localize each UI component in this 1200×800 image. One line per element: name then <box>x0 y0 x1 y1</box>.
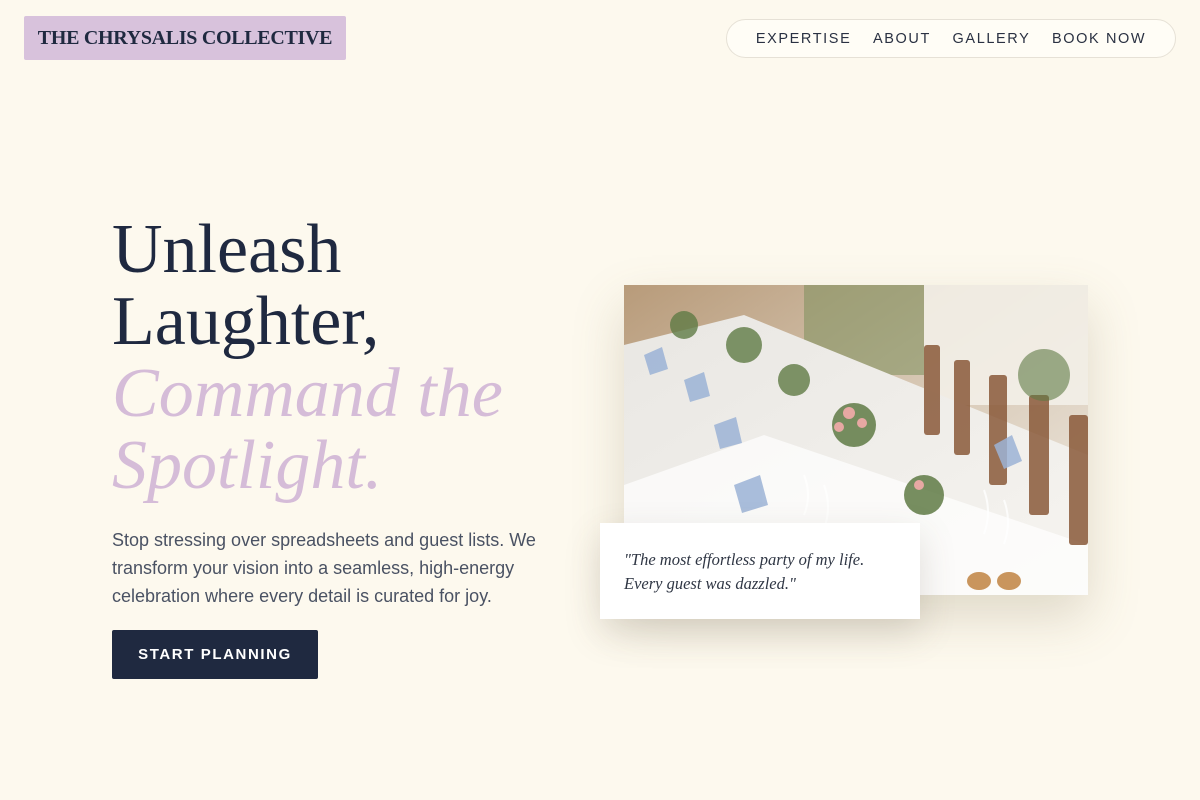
headline-line-2: Laughter, <box>112 283 380 360</box>
nav-book-now[interactable]: BOOK NOW <box>1052 31 1146 47</box>
hero-headline: Unleash Laughter, Command the Spotlight. <box>112 214 503 502</box>
hero-description: Stop stressing over spreadsheets and gue… <box>112 530 536 606</box>
nav-gallery[interactable]: GALLERY <box>953 31 1031 47</box>
headline-line-1: Unleash <box>112 211 342 288</box>
testimonial-card: "The most effortless party of my life. E… <box>600 523 920 619</box>
nav-expertise[interactable]: EXPERTISE <box>756 31 852 47</box>
brand-logo[interactable]: THE CHRYSALIS COLLECTIVE <box>24 16 346 60</box>
main-nav: EXPERTISE ABOUT GALLERY BOOK NOW <box>726 19 1176 58</box>
headline-accent-line-2: Spotlight. <box>112 427 383 504</box>
start-planning-button[interactable]: START PLANNING <box>112 630 318 679</box>
nav-about[interactable]: ABOUT <box>873 31 931 47</box>
testimonial-line-1: "The most effortless party of my life. <box>624 550 865 569</box>
testimonial-line-2: Every guest was dazzled." <box>624 574 796 593</box>
testimonial-quote: "The most effortless party of my life. E… <box>624 548 896 596</box>
headline-accent-line-1: Command the <box>112 355 503 432</box>
